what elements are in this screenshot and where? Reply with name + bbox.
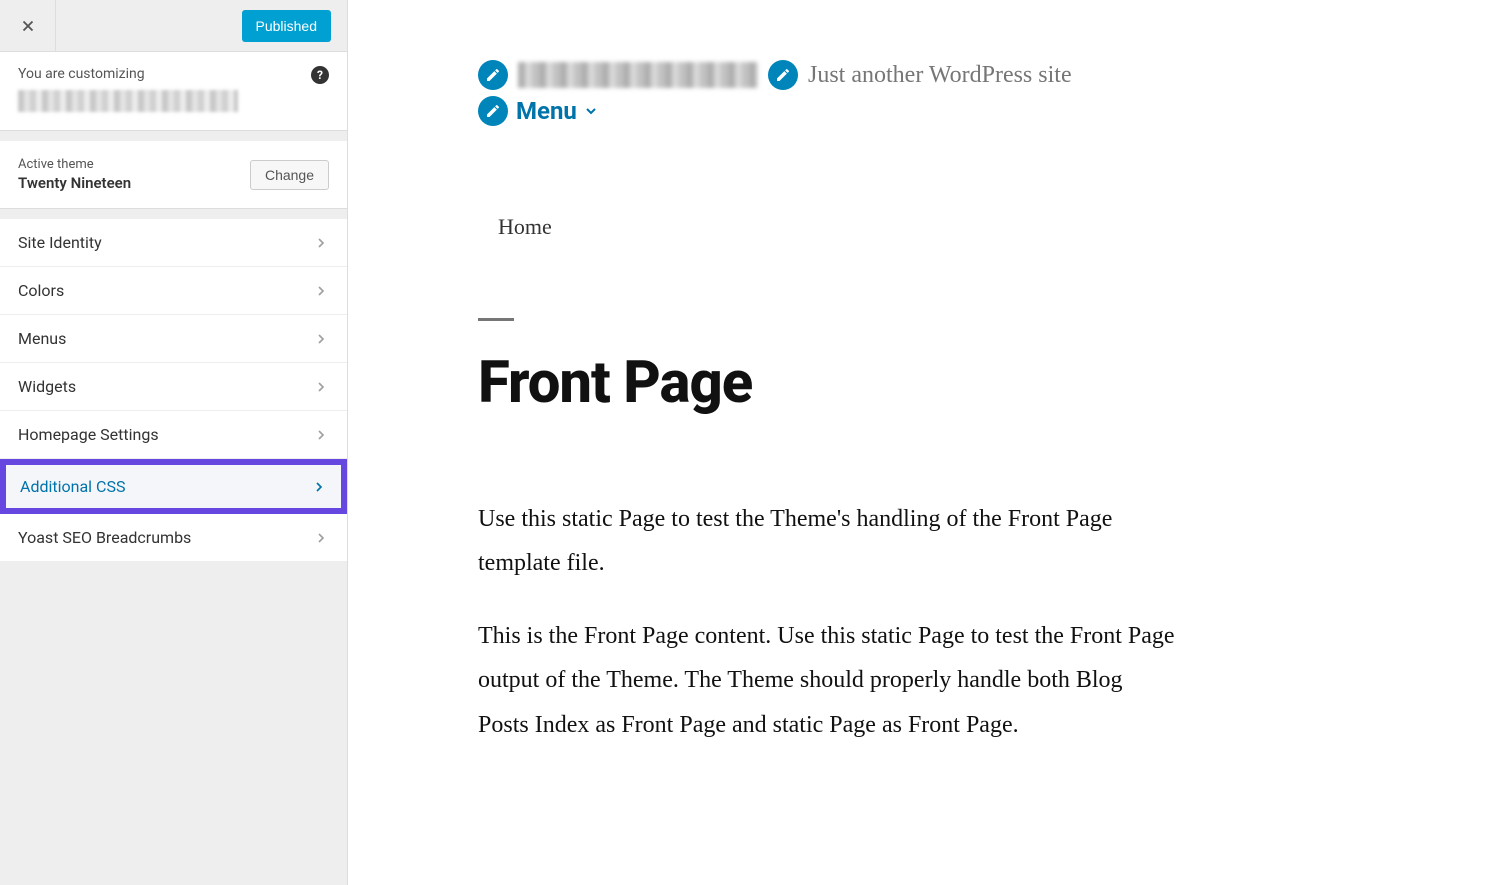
chevron-right-icon <box>313 379 329 395</box>
sidebar-item-colors[interactable]: Colors <box>0 267 347 315</box>
close-icon <box>19 17 37 35</box>
sidebar-item-widgets[interactable]: Widgets <box>0 363 347 411</box>
sidebar-item-additional-css[interactable]: Additional CSS <box>0 459 347 514</box>
sidebar-item-menus[interactable]: Menus <box>0 315 347 363</box>
sidebar-item-label: Widgets <box>18 377 76 396</box>
preview-pane: Just another WordPress site Menu Home Fr… <box>348 0 1500 885</box>
title-divider <box>478 318 514 321</box>
chevron-right-icon <box>313 283 329 299</box>
chevron-down-icon <box>583 103 599 119</box>
edit-site-title-button[interactable] <box>478 60 508 90</box>
sidebar-item-homepage-settings[interactable]: Homepage Settings <box>0 411 347 459</box>
body-paragraph-2: This is the Front Page content. Use this… <box>478 614 1178 747</box>
publish-button[interactable]: Published <box>242 10 332 42</box>
page-title: Front Page <box>478 349 1500 417</box>
sidebar-item-label: Additional CSS <box>20 477 125 496</box>
spacer <box>0 131 347 141</box>
active-theme-label: Active theme <box>18 157 131 172</box>
customizer-sidebar: Published You are customizing ? Active t… <box>0 0 348 885</box>
menu-row: Menu <box>478 96 1500 126</box>
sidebar-item-label: Menus <box>18 329 66 348</box>
chevron-right-icon <box>313 235 329 251</box>
customizing-label: You are customizing <box>18 66 329 82</box>
edit-menu-button[interactable] <box>478 96 508 126</box>
body-paragraph-1: Use this static Page to test the Theme's… <box>478 497 1178 586</box>
chevron-right-icon <box>313 530 329 546</box>
sidebar-top-bar: Published <box>0 0 347 52</box>
sidebar-item-yoast-seo-breadcrumbs[interactable]: Yoast SEO Breadcrumbs <box>0 514 347 562</box>
chevron-right-icon <box>313 331 329 347</box>
close-button[interactable] <box>0 0 56 52</box>
sidebar-item-site-identity[interactable]: Site Identity <box>0 219 347 267</box>
chevron-right-icon <box>311 479 327 495</box>
change-theme-button[interactable]: Change <box>250 160 329 190</box>
help-icon[interactable]: ? <box>311 66 329 84</box>
site-header-row: Just another WordPress site <box>478 60 1500 90</box>
active-theme-name: Twenty Nineteen <box>18 174 131 192</box>
edit-tagline-button[interactable] <box>768 60 798 90</box>
pencil-icon <box>775 67 791 83</box>
sidebar-item-label: Colors <box>18 281 64 300</box>
pencil-icon <box>485 67 501 83</box>
sidebar-item-label: Homepage Settings <box>18 425 159 444</box>
customize-info-block: You are customizing ? <box>0 52 347 131</box>
site-name-redacted <box>18 90 238 112</box>
sidebar-item-label: Site Identity <box>18 233 102 252</box>
site-tagline: Just another WordPress site <box>808 62 1072 89</box>
breadcrumb[interactable]: Home <box>498 214 1500 240</box>
pencil-icon <box>485 103 501 119</box>
menu-toggle[interactable]: Menu <box>516 97 599 125</box>
spacer <box>0 209 347 219</box>
chevron-right-icon <box>313 427 329 443</box>
sidebar-item-label: Yoast SEO Breadcrumbs <box>18 528 191 547</box>
site-title-redacted <box>518 62 758 88</box>
menu-label: Menu <box>516 97 577 125</box>
customizer-menu-list: Site Identity Colors Menus Widgets Homepage … <box>0 219 347 562</box>
active-theme-block: Active theme Twenty Nineteen Change <box>0 141 347 209</box>
